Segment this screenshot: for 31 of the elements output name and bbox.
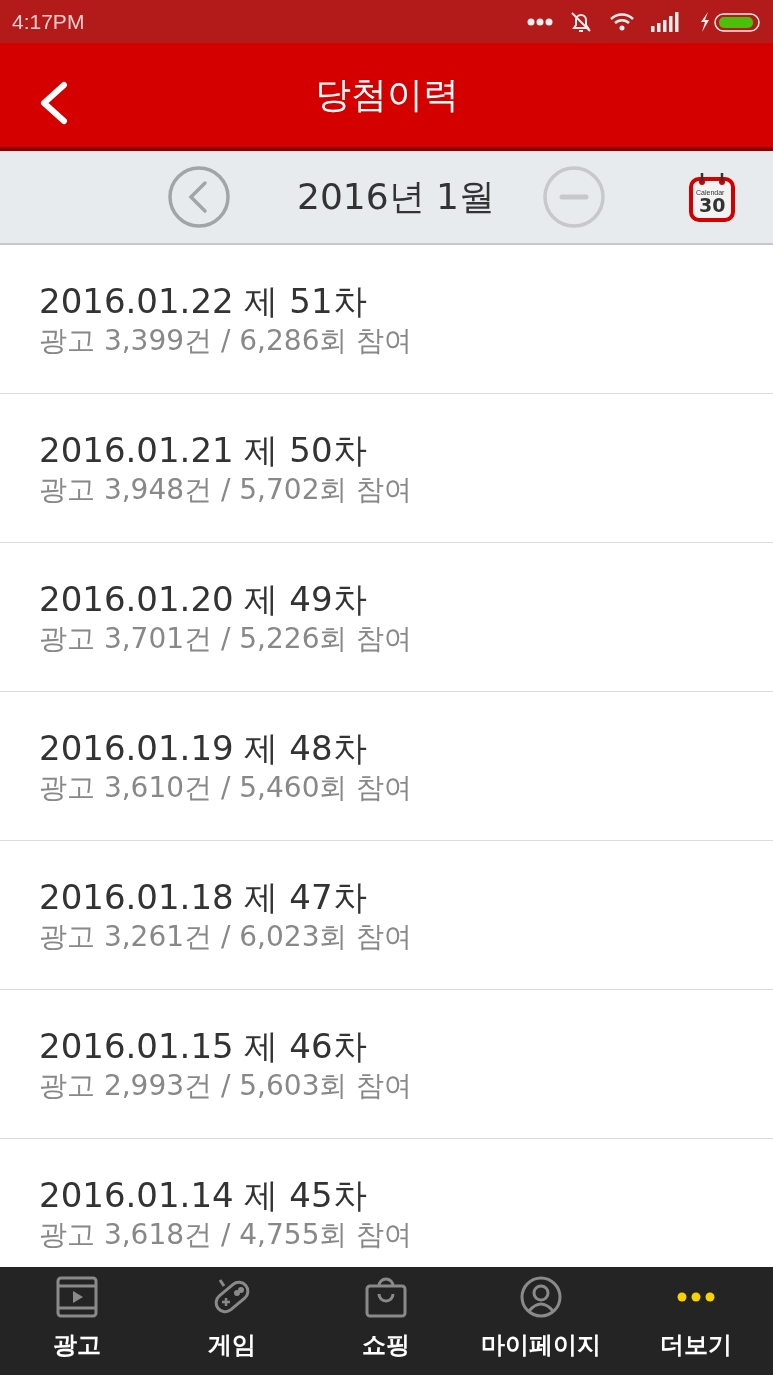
entry-detail: 광고 3,618건 / 4,755회 참여	[39, 1216, 414, 1252]
signal-icon	[651, 11, 679, 32]
entry-detail: 광고 2,993건 / 5,603회 참여	[39, 1067, 414, 1103]
tab-bar-item[interactable]: 더보기	[618, 1267, 773, 1375]
page-title: 당첨이력	[314, 72, 459, 117]
muted-bell-icon	[569, 9, 593, 34]
entry-detail: 광고 3,261건 / 6,023회 참여	[39, 918, 414, 954]
status-time: 4:17PM	[12, 9, 85, 34]
tab-bar-item[interactable]: 마이페이지	[463, 1267, 619, 1375]
tab-bar-item[interactable]: 광고	[0, 1267, 155, 1375]
wifi-icon	[609, 11, 635, 32]
entry-title: 2016.01.21 제 50차	[39, 429, 368, 472]
entry-detail: 광고 3,399건 / 6,286회 참여	[39, 322, 414, 358]
user-icon	[520, 1276, 563, 1318]
entry-detail: 광고 3,610건 / 5,460회 참여	[39, 769, 414, 805]
previous-month-button[interactable]	[167, 165, 231, 229]
dots-icon	[527, 17, 553, 26]
entry-title: 2016.01.20 제 49차	[39, 578, 368, 621]
calendar-day: 30	[699, 196, 726, 215]
shopping-bag-icon	[365, 1276, 408, 1318]
entry-title: 2016.01.18 제 47차	[39, 876, 368, 919]
film-icon	[56, 1276, 99, 1318]
entry-title: 2016.01.14 제 45차	[39, 1174, 368, 1217]
tab-bar-item[interactable]: 쇼핑	[309, 1267, 464, 1375]
month-label: 2016년 1월	[297, 175, 495, 219]
entry-title: 2016.01.15 제 46차	[39, 1025, 368, 1068]
entry-title: 2016.01.19 제 48차	[39, 727, 368, 770]
entry-title: 2016.01.22 제 51차	[39, 280, 368, 323]
entry-detail: 광고 3,701건 / 5,226회 참여	[39, 620, 414, 656]
tab-bar-item[interactable]: 게임	[154, 1267, 310, 1375]
entry-detail: 광고 3,948건 / 5,702회 참여	[39, 471, 414, 507]
